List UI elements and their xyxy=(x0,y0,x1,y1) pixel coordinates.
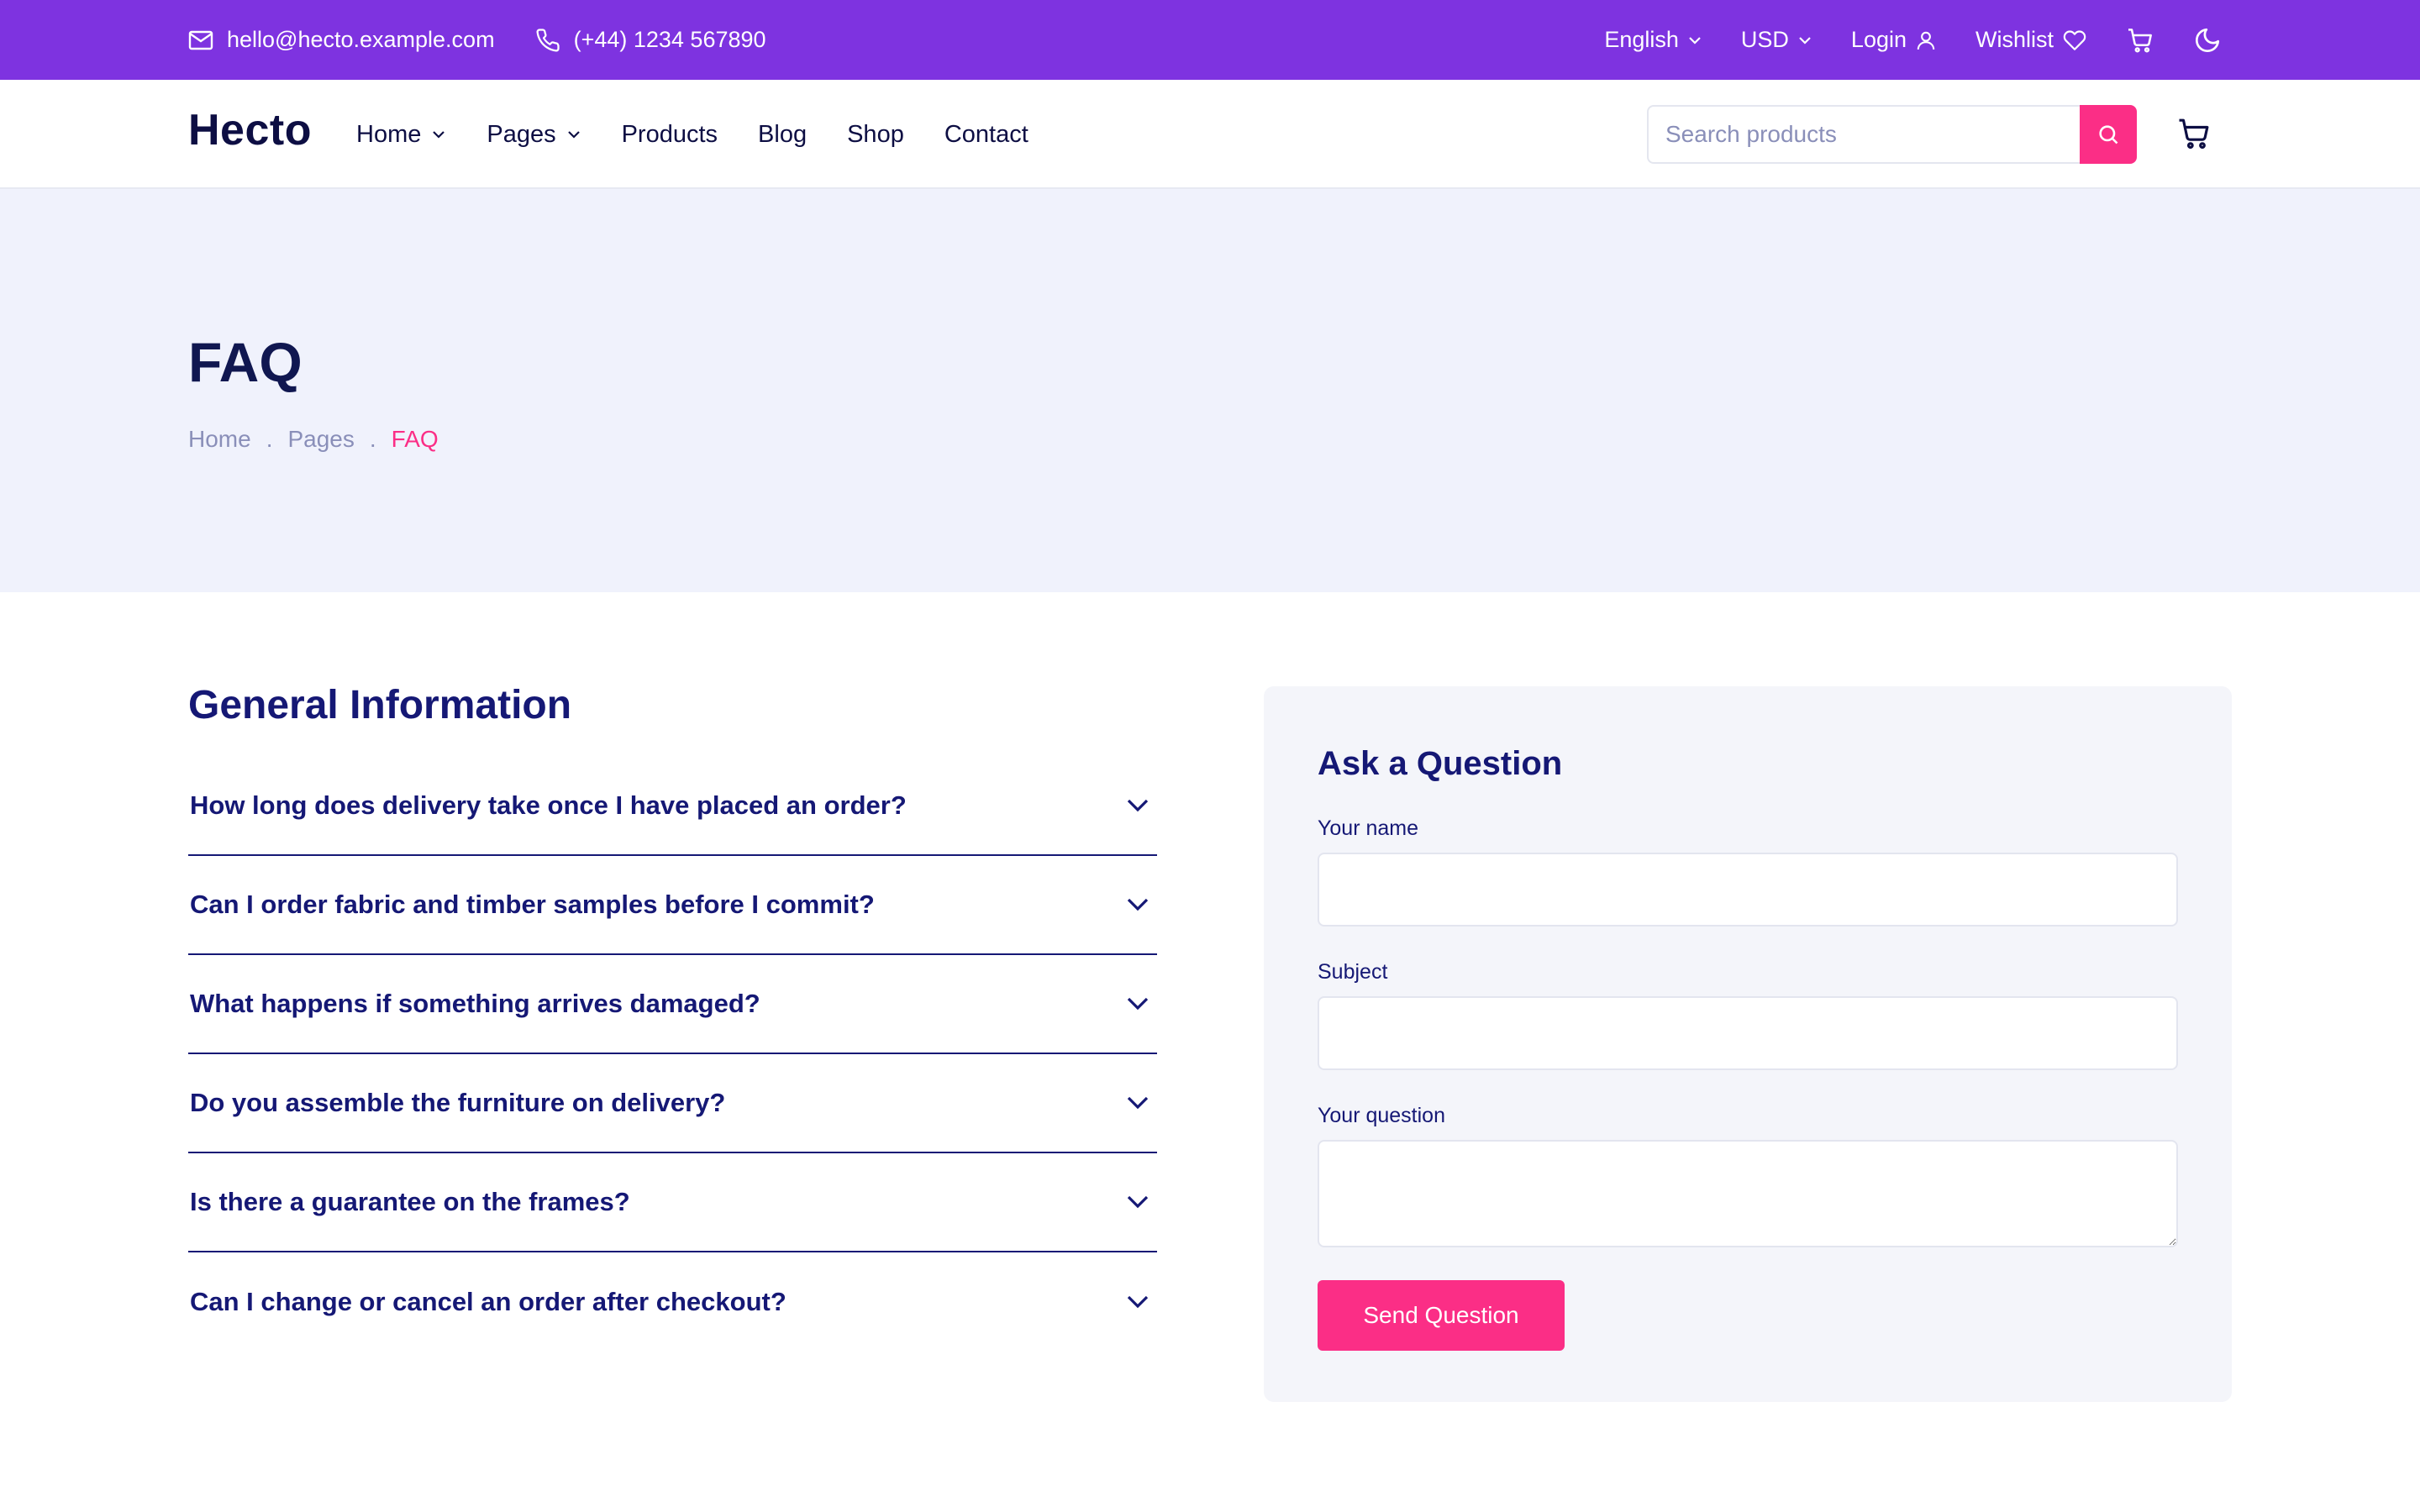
currency-label: USD xyxy=(1740,27,1789,52)
nav-item-blog[interactable]: Blog xyxy=(758,121,807,149)
faq-question: Is there a guarantee on the frames? xyxy=(190,1187,630,1216)
search-button[interactable] xyxy=(2080,105,2137,164)
subject-label: Subject xyxy=(1318,960,1388,984)
user-icon xyxy=(1917,31,1935,50)
faq-question: Can I order fabric and timber samples be… xyxy=(190,890,875,919)
chevron-down-icon xyxy=(1689,36,1701,45)
search-bar xyxy=(1647,105,2137,164)
moon-icon xyxy=(2196,28,2220,52)
chevron-down-icon xyxy=(1127,1195,1149,1209)
chevron-down-icon xyxy=(433,131,445,139)
faq-question: What happens if something arrives damage… xyxy=(190,989,760,1018)
wishlist-label: Wishlist xyxy=(1975,27,2054,52)
header-cart-button[interactable] xyxy=(2176,117,2212,150)
faq-item[interactable]: Can I change or cancel an order after ch… xyxy=(188,1252,1157,1352)
cart-icon xyxy=(2179,118,2209,150)
login-link[interactable]: Login xyxy=(1851,27,1937,53)
mail-icon xyxy=(188,30,213,50)
language-select[interactable]: English xyxy=(1604,27,1702,53)
subject-input[interactable] xyxy=(1318,996,2178,1070)
breadcrumb-separator: . xyxy=(266,426,273,452)
faq-section: General Information How long does delive… xyxy=(188,682,1157,1352)
faq-item[interactable]: Can I order fabric and timber samples be… xyxy=(188,856,1157,955)
faq-question: How long does delivery take once I have … xyxy=(190,790,907,820)
top-bar: hello@hecto.example.com (+44) 1234 56789… xyxy=(0,0,2420,80)
main-header: Hecto Home Pages Products Blog Shop Cont… xyxy=(0,80,2420,189)
topbar-cart-button[interactable] xyxy=(2126,27,2154,54)
question-label: Your question xyxy=(1318,1104,1445,1127)
heart-icon xyxy=(2063,29,2086,50)
nav-pages-label: Pages xyxy=(487,120,556,148)
theme-toggle-button[interactable] xyxy=(2193,26,2222,55)
chevron-down-icon xyxy=(1799,36,1811,45)
contact-phone[interactable]: (+44) 1234 567890 xyxy=(535,27,766,53)
site-logo[interactable]: Hecto xyxy=(188,105,312,155)
breadcrumb-current: FAQ xyxy=(391,426,439,452)
breadcrumb-home[interactable]: Home xyxy=(188,426,251,453)
cart-icon xyxy=(2128,28,2152,52)
name-input[interactable] xyxy=(1318,853,2178,927)
name-label: Your name xyxy=(1318,816,1418,840)
breadcrumb: Home . Pages . FAQ xyxy=(188,426,439,453)
question-textarea[interactable] xyxy=(1318,1140,2178,1247)
page-hero: FAQ Home . Pages . FAQ xyxy=(0,189,2420,592)
currency-select[interactable]: USD xyxy=(1741,27,1812,53)
faq-item[interactable]: What happens if something arrives damage… xyxy=(188,955,1157,1054)
page-title: FAQ xyxy=(188,331,302,393)
chevron-down-icon xyxy=(1127,898,1149,911)
faq-item[interactable]: Is there a guarantee on the frames? xyxy=(188,1153,1157,1252)
main-nav: Home Pages Products Blog Shop Contact xyxy=(356,80,1069,189)
faq-question: Can I change or cancel an order after ch… xyxy=(190,1287,786,1316)
chevron-down-icon xyxy=(1127,1295,1149,1309)
nav-item-pages[interactable]: Pages xyxy=(487,121,581,149)
login-label: Login xyxy=(1850,27,1907,52)
ask-question-panel: Ask a Question Your name Subject Your qu… xyxy=(1264,686,2232,1402)
chevron-down-icon xyxy=(1127,799,1149,812)
phone-text: (+44) 1234 567890 xyxy=(573,27,766,52)
faq-item[interactable]: How long does delivery take once I have … xyxy=(188,757,1157,856)
chevron-down-icon xyxy=(1127,997,1149,1011)
nav-item-products[interactable]: Products xyxy=(622,121,718,149)
nav-item-shop[interactable]: Shop xyxy=(847,121,904,149)
faq-question: Do you assemble the furniture on deliver… xyxy=(190,1088,726,1117)
breadcrumb-separator: . xyxy=(369,426,376,452)
email-text: hello@hecto.example.com xyxy=(227,27,495,52)
faq-item[interactable]: Do you assemble the furniture on deliver… xyxy=(188,1054,1157,1153)
phone-icon xyxy=(536,28,560,51)
send-question-button[interactable]: Send Question xyxy=(1318,1280,1565,1351)
nav-item-contact[interactable]: Contact xyxy=(944,121,1028,149)
nav-home-label: Home xyxy=(356,120,422,148)
faq-heading: General Information xyxy=(188,683,572,727)
contact-email[interactable]: hello@hecto.example.com xyxy=(188,27,495,53)
breadcrumb-pages[interactable]: Pages xyxy=(287,426,354,453)
language-label: English xyxy=(1604,27,1679,52)
wishlist-link[interactable]: Wishlist xyxy=(1975,27,2087,53)
search-icon xyxy=(2099,125,2118,144)
chevron-down-icon xyxy=(1127,1096,1149,1110)
chevron-down-icon xyxy=(567,131,580,139)
nav-item-home[interactable]: Home xyxy=(356,121,446,149)
ask-heading: Ask a Question xyxy=(1318,745,1563,782)
search-input[interactable] xyxy=(1647,105,2081,164)
